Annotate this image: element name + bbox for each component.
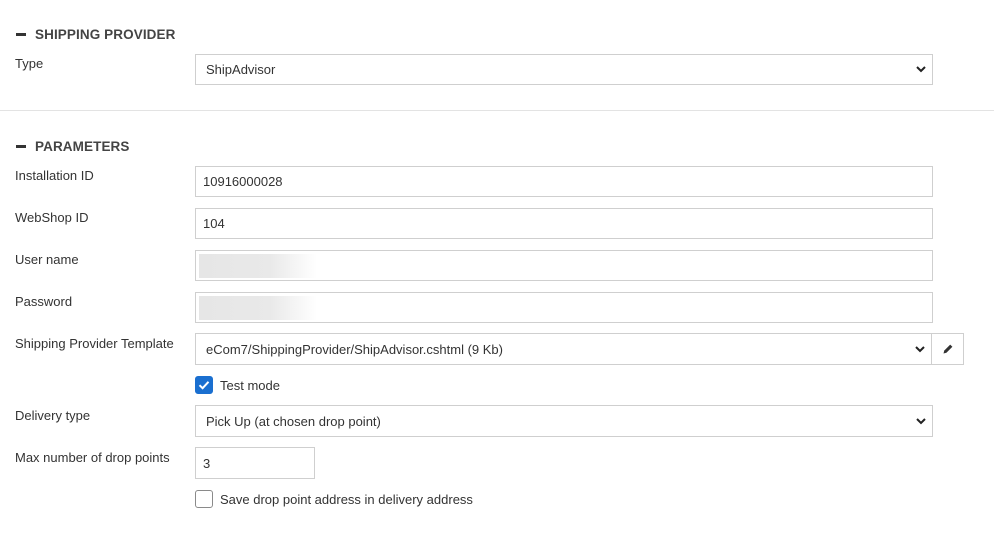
max-drop-points-label: Max number of drop points (15, 450, 170, 465)
checkmark-icon (198, 381, 210, 390)
parameters-section-header[interactable]: PARAMETERS (16, 139, 130, 154)
type-select[interactable]: ShipAdvisor (195, 54, 933, 85)
parameters-title: PARAMETERS (35, 139, 130, 154)
redacted-username (199, 253, 317, 278)
username-label: User name (15, 252, 79, 267)
save-address-label: Save drop point address in delivery addr… (220, 491, 473, 507)
type-label: Type (15, 56, 44, 71)
template-label: Shipping Provider Template (15, 336, 174, 351)
test-mode-label: Test mode (220, 377, 280, 393)
shipping-provider-section-header[interactable]: SHIPPING PROVIDER (16, 27, 175, 42)
delivery-type-label: Delivery type (15, 408, 91, 423)
collapse-dash-icon[interactable] (16, 145, 26, 148)
shipping-provider-title: SHIPPING PROVIDER (35, 27, 176, 42)
template-select[interactable]: eCom7/ShippingProvider/ShipAdvisor.cshtm… (195, 333, 932, 365)
edit-template-button[interactable] (931, 333, 964, 365)
webshop-id-value: 104 (203, 216, 225, 231)
collapse-dash-icon[interactable] (16, 33, 26, 36)
pencil-icon (943, 344, 952, 354)
delivery-type-value: Pick Up (at chosen drop point) (206, 413, 381, 429)
installation-id-input[interactable]: 10916000028 (195, 166, 933, 197)
webshop-id-label: WebShop ID (15, 210, 89, 225)
test-mode-checkbox[interactable] (195, 376, 213, 394)
webshop-id-input[interactable]: 104 (195, 208, 933, 239)
max-drop-points-value: 3 (203, 455, 211, 471)
section-divider (0, 110, 994, 111)
username-input[interactable] (195, 250, 933, 281)
save-address-checkbox[interactable] (195, 490, 213, 508)
save-address-row[interactable]: Save drop point address in delivery addr… (195, 490, 473, 508)
test-mode-row[interactable]: Test mode (195, 376, 280, 394)
chevron-down-icon (916, 418, 926, 425)
chevron-down-icon (916, 66, 926, 73)
type-select-value: ShipAdvisor (206, 62, 276, 77)
chevron-down-icon (915, 346, 925, 353)
installation-id-label: Installation ID (15, 168, 94, 183)
delivery-type-select[interactable]: Pick Up (at chosen drop point) (195, 405, 933, 437)
installation-id-value: 10916000028 (203, 174, 283, 189)
password-label: Password (15, 294, 73, 309)
redacted-password (199, 295, 317, 320)
max-drop-points-input[interactable]: 3 (195, 447, 315, 479)
template-select-value: eCom7/ShippingProvider/ShipAdvisor.cshtm… (206, 341, 503, 357)
password-input[interactable] (195, 292, 933, 323)
